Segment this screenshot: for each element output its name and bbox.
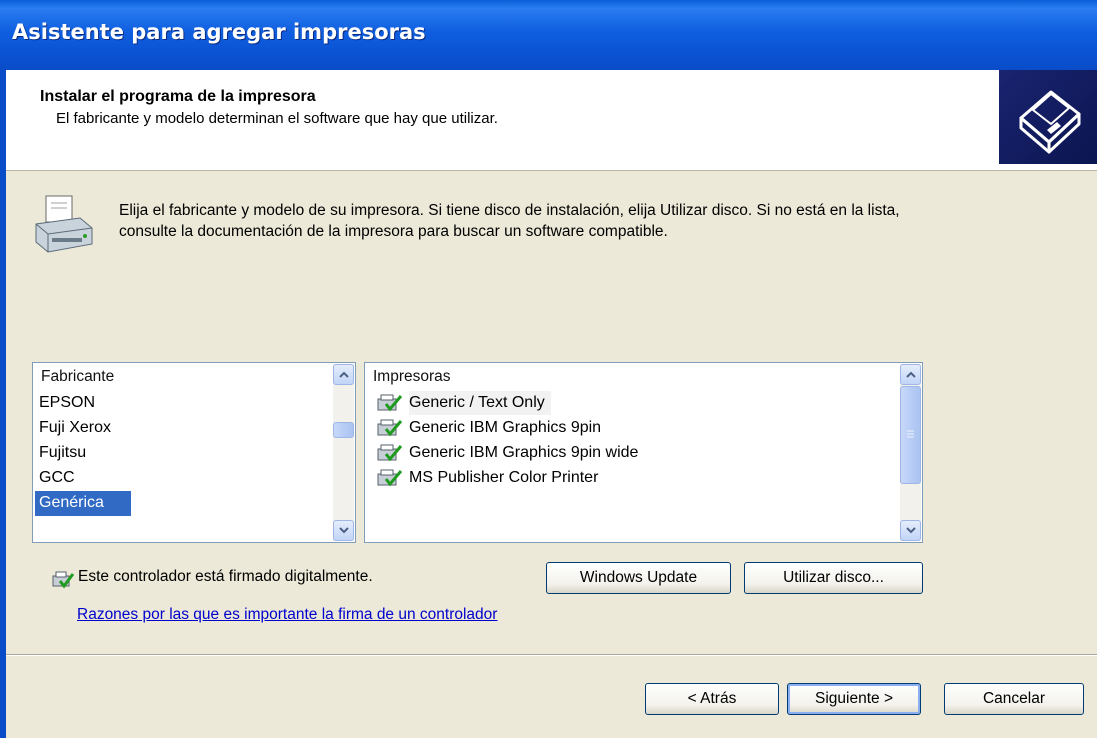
next-button[interactable]: Siguiente > [787,683,921,715]
window-title: Asistente para agregar impresoras [12,20,426,44]
printer-item[interactable]: Generic / Text Only [367,391,900,416]
intro-text: Elija el fabricante y modelo de su impre… [119,202,900,240]
manufacturer-list-items: EPSON Fuji Xerox Fujitsu GCC Genérica [35,391,333,516]
manufacturer-item[interactable]: Fuji Xerox [35,416,333,441]
printer-item-label: Generic / Text Only [409,391,551,415]
scroll-thumb[interactable] [333,422,354,438]
windows-update-label: Windows Update [579,569,698,586]
manufacturer-listbox[interactable]: Fabricante EPSON Fuji Xerox Fujitsu GCC Gené… [32,362,356,543]
printer-wizard-logo-icon [999,70,1097,164]
printer-item[interactable]: MS Publisher Color Printer [367,466,900,491]
printer-scrollbar[interactable] [900,364,921,541]
printer-item-label: MS Publisher Color Printer [409,469,599,486]
signed-driver-icon [52,571,75,594]
manufacturer-item[interactable]: GCC [35,466,333,491]
back-label: < Atrás [687,690,737,707]
signed-driver-text: Este controlador está firmado digitalmen… [78,568,373,585]
cancel-button[interactable]: Cancelar [944,683,1084,715]
printer-list-items: Generic / Text Only Generic IBM Graphics … [367,391,900,491]
have-disk-label: Utilizar disco... [783,569,884,586]
printer-item[interactable]: Generic IBM Graphics 9pin wide [367,441,900,466]
printer-icon [32,192,96,262]
driver-signing-link[interactable]: Razones por las que es importante la fir… [77,606,497,624]
cancel-label: Cancelar [982,690,1046,707]
add-printer-wizard-window: Asistente para agregar impresoras Instal… [0,0,1097,738]
header-subtitle: El fabricante y modelo determinan el sof… [56,110,498,127]
scroll-up-button[interactable] [333,364,354,385]
window-left-border [0,70,6,738]
footer-separator [6,654,1097,656]
manufacturer-item[interactable]: Fujitsu [35,441,333,466]
printer-item-label: Generic IBM Graphics 9pin wide [409,444,639,461]
wizard-header: Instalar el programa de la impresora El … [0,70,1097,171]
signed-printer-icon [377,469,403,495]
scroll-thumb[interactable] [900,386,921,484]
windows-update-button[interactable]: Windows Update [546,562,731,594]
manufacturer-list-header: Fabricante [41,368,115,385]
next-label: Siguiente > [815,690,893,707]
scroll-up-button[interactable] [900,364,921,385]
manufacturer-item[interactable]: Genérica [35,491,131,516]
back-button[interactable]: < Atrás [645,683,779,715]
printer-listbox[interactable]: Impresoras Generic / Text Only Generic IB… [364,362,923,543]
manufacturer-scrollbar[interactable] [333,364,354,541]
printer-item[interactable]: Generic IBM Graphics 9pin [367,416,900,441]
printer-item-label: Generic IBM Graphics 9pin [409,419,602,436]
scroll-down-button[interactable] [333,520,354,541]
manufacturer-item[interactable]: EPSON [35,391,333,416]
scroll-down-button[interactable] [900,520,921,541]
have-disk-button[interactable]: Utilizar disco... [744,562,923,594]
printer-list-header: Impresoras [373,368,451,385]
header-title: Instalar el programa de la impresora [40,88,316,105]
title-bar[interactable]: Asistente para agregar impresoras [0,0,1097,70]
